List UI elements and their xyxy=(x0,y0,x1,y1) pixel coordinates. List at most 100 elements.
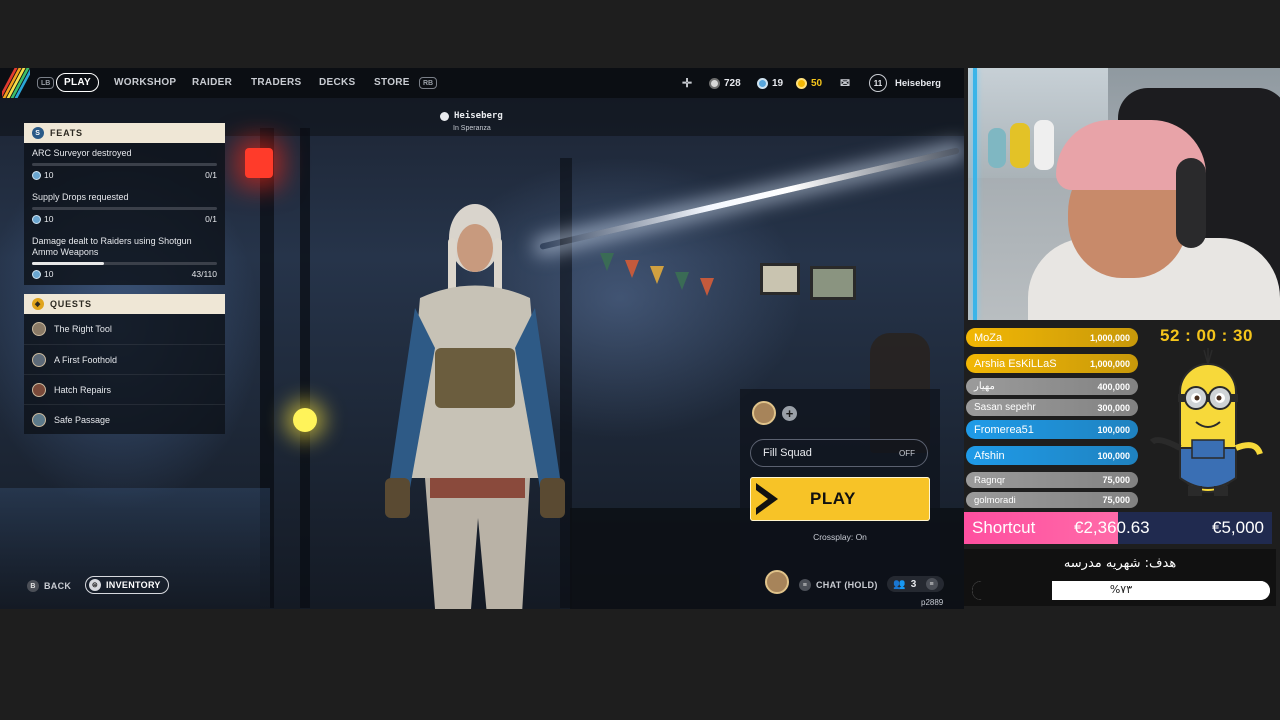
mail-icon[interactable]: ✉ xyxy=(840,68,850,98)
red-lamp xyxy=(245,148,273,178)
goal-percent-text: %۷۳ xyxy=(1109,583,1133,596)
feat-item[interactable]: Damage dealt to Raiders using Shotgun Am… xyxy=(24,231,225,285)
feat-progress-text: 43/110 xyxy=(191,269,217,279)
nav-tab-play[interactable]: PLAY xyxy=(56,73,99,92)
donor-name: MoZa xyxy=(974,331,1003,344)
headset xyxy=(1176,158,1206,248)
profile-username: Heiseberg xyxy=(895,77,941,89)
quest-giver-avatar-icon xyxy=(32,382,46,397)
quest-giver-avatar-icon xyxy=(32,322,46,336)
fill-squad-value: OFF xyxy=(899,448,915,458)
donation-amount: 1,000,000 xyxy=(1089,358,1130,369)
play-button[interactable]: PLAY xyxy=(750,477,930,521)
feats-header: S FEATS xyxy=(24,123,225,143)
token-icon xyxy=(757,77,768,89)
donation-row: Afshin 100,000 xyxy=(966,446,1138,465)
goal-target-amount: €5,000 xyxy=(1212,518,1264,537)
presence-location: In Speranza xyxy=(453,125,491,132)
pennant xyxy=(675,272,689,290)
subathon-timer: 52 : 00 : 30 xyxy=(1160,326,1253,345)
figurine xyxy=(1034,120,1054,170)
nav-tab-decks[interactable]: DECKS xyxy=(319,77,356,88)
token-icon xyxy=(32,214,41,224)
nav-tab-workshop[interactable]: WORKSHOP xyxy=(114,77,176,88)
chat-hint[interactable]: ≡ CHAT (HOLD) xyxy=(799,579,878,591)
neon-light-bar xyxy=(539,147,960,250)
quests-icon: ◆ xyxy=(32,298,44,310)
party-count: 3 xyxy=(910,578,917,590)
inventory-button[interactable]: ⊜ INVENTORY xyxy=(85,576,169,594)
donation-goal-bar: Shortcut €2,360.63 €5,000 xyxy=(964,512,1272,544)
token-icon xyxy=(32,170,41,180)
settings-cross-icon[interactable]: ✛ xyxy=(682,68,692,98)
presence-icon xyxy=(440,111,449,121)
feat-progress-bar xyxy=(32,207,217,210)
goal-current-amount: €2,360.63 xyxy=(1074,518,1150,537)
back-hint[interactable]: B BACK xyxy=(27,580,71,592)
crossplay-status: Crossplay: On xyxy=(813,532,867,542)
feat-item[interactable]: ARC Surveyor destroyed 10 0/1 xyxy=(24,143,225,187)
feats-icon: S xyxy=(32,127,44,139)
feat-reward: 10 xyxy=(44,170,54,180)
donation-row: MoZa 1,000,000 xyxy=(966,328,1138,347)
donation-row: golmoradi 75,000 xyxy=(966,492,1138,508)
b-button-icon: B xyxy=(27,580,39,592)
support-beam xyxy=(300,128,310,608)
squad-member-avatar[interactable] xyxy=(752,401,776,425)
yellow-lamp xyxy=(293,408,317,432)
goal-label: Shortcut xyxy=(972,518,1036,537)
nav-tab-traders[interactable]: TRADERS xyxy=(251,77,301,88)
feat-progress-bar xyxy=(32,262,217,265)
quests-title: QUESTS xyxy=(50,299,92,309)
chat-label: CHAT (HOLD) xyxy=(816,580,878,590)
quest-item[interactable]: Hatch Repairs xyxy=(24,374,225,404)
donor-name: Sasan sepehr xyxy=(974,402,1036,413)
donation-amount: 75,000 xyxy=(1102,475,1130,485)
crt-monitor xyxy=(760,263,800,295)
fill-squad-toggle[interactable]: Fill Squad OFF xyxy=(750,439,928,467)
quest-item[interactable]: The Right Tool xyxy=(24,314,225,344)
donor-name: Arshia EsKiLLaS xyxy=(974,357,1057,370)
token-icon xyxy=(32,269,41,279)
nav-tab-store[interactable]: STORE xyxy=(374,77,410,88)
feat-item[interactable]: Supply Drops requested 10 0/1 xyxy=(24,187,225,231)
quest-item[interactable]: A First Foothold xyxy=(24,344,225,374)
quest-title: Hatch Repairs xyxy=(54,384,112,395)
donation-amount: 100,000 xyxy=(1097,450,1130,461)
player-presence-tag: Heiseberg In Speranza xyxy=(440,111,503,132)
level-badge: 11 xyxy=(869,74,887,92)
invite-plus-icon[interactable]: + xyxy=(782,406,797,421)
coins-value: 728 xyxy=(724,77,741,89)
build-id: p2889 xyxy=(921,598,944,607)
donor-name: Afshin xyxy=(974,449,1005,462)
quest-giver-avatar-icon xyxy=(32,352,46,367)
donation-row: Fromerea51 100,000 xyxy=(966,420,1138,439)
back-label: BACK xyxy=(44,581,72,591)
crt-monitor xyxy=(810,266,856,300)
quest-title: The Right Tool xyxy=(54,324,112,334)
feat-title: ARC Surveyor destroyed xyxy=(32,148,132,158)
player-profile[interactable]: 11 Heiseberg xyxy=(869,68,941,98)
party-indicator[interactable]: 👥 3 ≡ xyxy=(887,576,944,592)
goal-box: هدف: شهریه مدرسه %۷۳ xyxy=(964,549,1276,606)
quest-item[interactable]: Safe Passage xyxy=(24,404,225,434)
pennant xyxy=(625,260,639,278)
donor-name: مهیار xyxy=(974,381,995,392)
goal-title: هدف: شهریه مدرسه xyxy=(1063,556,1177,571)
tokens-value: 19 xyxy=(772,77,784,89)
feat-progress-bar xyxy=(32,163,217,166)
player-avatar[interactable] xyxy=(765,570,789,594)
donation-row: Sasan sepehr 300,000 xyxy=(966,399,1138,416)
inventory-label: INVENTORY xyxy=(106,580,161,590)
menu-button-icon: ≡ xyxy=(925,578,938,590)
rb-button-hint: RB xyxy=(419,77,438,89)
donation-amount: 300,000 xyxy=(1097,402,1130,413)
donation-amount: 400,000 xyxy=(1097,381,1130,392)
feat-progress-fill xyxy=(32,262,105,265)
donation-row: مهیار 400,000 xyxy=(966,378,1138,395)
feat-title: Supply Drops requested xyxy=(32,192,129,202)
pennant xyxy=(600,253,614,271)
top-navigation-bar: LB PLAY WORKSHOP RAIDER TRADERS DECKS ST… xyxy=(0,68,964,98)
nav-tab-raider[interactable]: RAIDER xyxy=(192,77,232,88)
donor-name: Fromerea51 xyxy=(974,423,1034,436)
